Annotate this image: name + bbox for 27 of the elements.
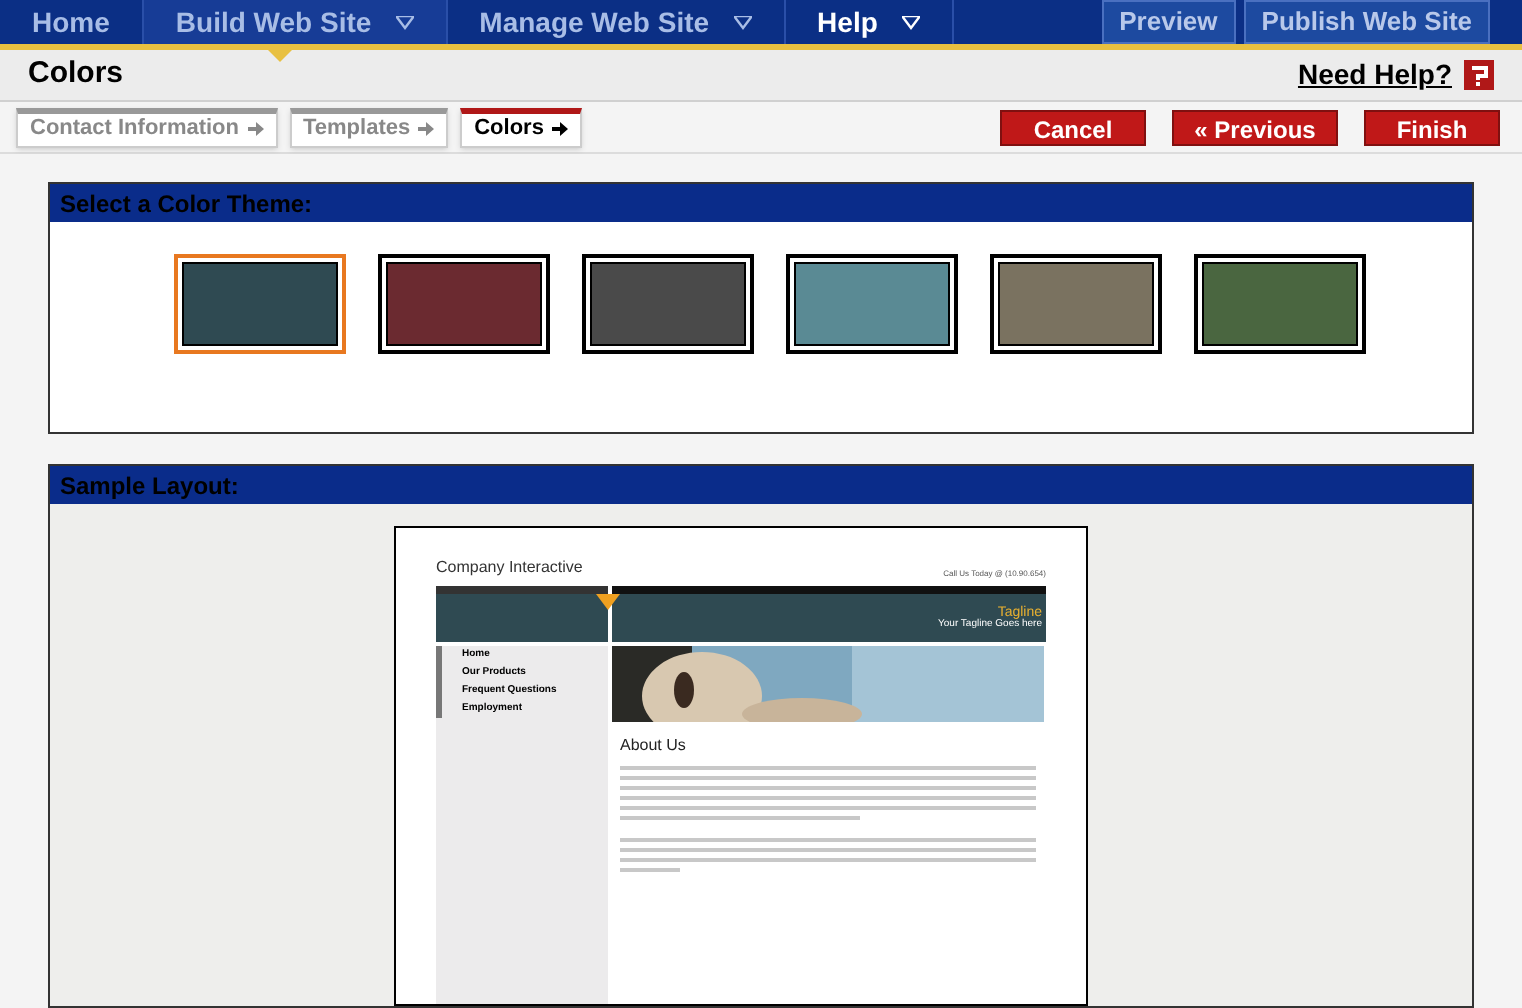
nav-button[interactable]: Preview [1101,0,1236,44]
action-button[interactable]: « Previous [1172,109,1338,145]
page-title: Colors [28,54,124,95]
panel-title: Select a Color Theme: [50,184,1472,222]
color-swatch[interactable] [378,254,550,354]
arrow-icon [418,122,435,136]
arrow-icon [247,122,263,136]
color-swatch[interactable] [174,254,346,354]
action-button[interactable]: Cancel [1000,109,1146,145]
section-heading: About Us [618,734,688,758]
action-button[interactable]: Finish [1364,109,1500,145]
pointer-icon [596,594,620,610]
company-name: Company Interactive [436,556,583,580]
color-swatch[interactable] [786,254,958,354]
color-swatch[interactable] [990,254,1162,354]
color-swatch[interactable] [1194,254,1366,354]
nav-button[interactable]: Publish Web Site [1243,0,1490,44]
nav-tab[interactable]: Manage Web Site [447,0,786,44]
help-link[interactable]: Need Help? [1297,54,1452,96]
step-tab[interactable]: Templates [289,107,449,147]
step-tab[interactable]: Contact Information [16,107,277,147]
step-tab[interactable]: Colors [460,107,582,147]
color-swatch[interactable] [582,254,754,354]
arrow-icon [551,122,568,136]
panel-title: Sample Layout: [50,466,1472,504]
nav-tab[interactable]: Help [785,0,954,44]
help-icon [1464,60,1494,90]
